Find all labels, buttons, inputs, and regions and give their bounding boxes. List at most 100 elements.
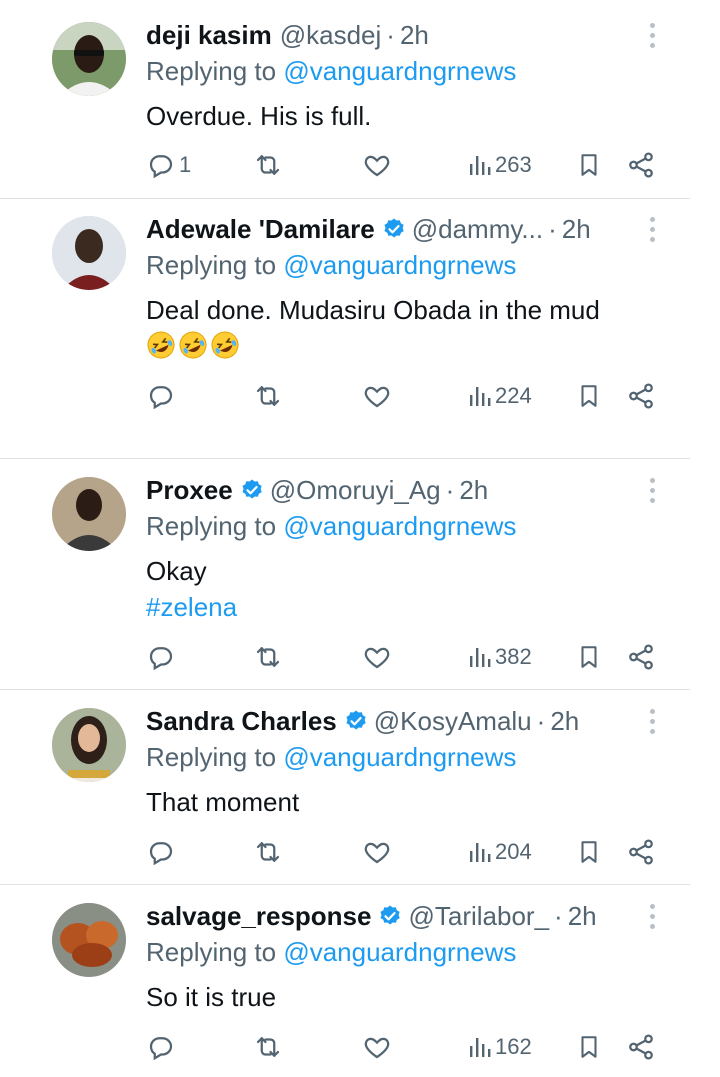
timestamp[interactable]: 2h <box>562 212 591 246</box>
tweet-text-body: So it is true <box>146 982 277 1012</box>
like-button[interactable] <box>362 640 395 674</box>
share-button[interactable] <box>626 379 656 413</box>
bookmark-button[interactable] <box>576 835 602 869</box>
reply-icon <box>146 837 176 867</box>
share-button[interactable] <box>626 835 656 869</box>
views-icon <box>468 839 492 865</box>
timestamp[interactable]: 2h <box>568 899 597 933</box>
laughing-emoji-icon <box>178 330 208 360</box>
reply-button[interactable] <box>146 835 179 869</box>
author-handle[interactable]: @kasdej <box>280 18 382 52</box>
author-name[interactable]: Adewale 'Damilare <box>146 212 375 246</box>
reply-tweet[interactable]: Sandra Charles @KosyAmalu · 2h Replying … <box>0 704 720 884</box>
retweet-button[interactable] <box>252 640 287 674</box>
verified-badge-icon <box>240 478 264 502</box>
views-button[interactable]: 224 <box>468 379 532 413</box>
separator-dot: · <box>536 706 546 736</box>
like-button[interactable] <box>362 379 395 413</box>
mention-link[interactable]: @vanguardngrnews <box>283 56 516 86</box>
more-icon[interactable] <box>640 475 664 505</box>
share-icon <box>626 642 656 672</box>
reply-button[interactable] <box>146 640 179 674</box>
bookmark-button[interactable] <box>576 1030 602 1064</box>
verified-badge-icon <box>382 217 406 241</box>
hashtag-link[interactable]: #zelena <box>146 589 237 625</box>
replying-label: Replying to <box>146 56 277 86</box>
mention-link[interactable]: @vanguardngrnews <box>283 511 516 541</box>
replying-to: Replying to @vanguardngrnews <box>146 511 516 542</box>
retweet-icon <box>252 642 284 672</box>
bookmark-button[interactable] <box>576 640 602 674</box>
bookmark-button[interactable] <box>576 379 602 413</box>
author-handle[interactable]: @Omoruyi_Ag <box>270 473 441 507</box>
author-name[interactable]: deji kasim <box>146 18 272 52</box>
mention-link[interactable]: @vanguardngrnews <box>283 742 516 772</box>
more-icon[interactable] <box>640 20 664 50</box>
like-button[interactable] <box>362 148 395 182</box>
retweet-icon <box>252 1032 284 1062</box>
views-button[interactable]: 382 <box>468 640 532 674</box>
author-handle[interactable]: @Tarilabor_ <box>408 899 549 933</box>
views-count: 204 <box>495 839 532 864</box>
tweet-text: Deal done. Mudasiru Obada in the mud <box>146 292 600 360</box>
author-name[interactable]: Sandra Charles <box>146 704 337 738</box>
action-bar: 162 <box>146 1030 666 1064</box>
bookmark-icon <box>576 837 602 867</box>
author-handle[interactable]: @KosyAmalu <box>374 704 532 738</box>
views-button[interactable]: 204 <box>468 835 532 869</box>
reply-tweet[interactable]: deji kasim @kasdej · 2h Replying to @van… <box>0 18 720 198</box>
reply-tweet[interactable]: Adewale 'Damilare @dammy... · 2h Replyin… <box>0 212 720 458</box>
share-button[interactable] <box>626 148 656 182</box>
views-count: 162 <box>495 1034 532 1059</box>
timestamp[interactable]: 2h <box>400 18 429 52</box>
mention-link[interactable]: @vanguardngrnews <box>283 937 516 967</box>
tweet-text: Okay #zelena <box>146 553 237 625</box>
author-handle[interactable]: @dammy... <box>412 212 543 246</box>
more-icon[interactable] <box>640 901 664 931</box>
reply-button[interactable] <box>146 379 179 413</box>
views-count: 263 <box>495 152 532 177</box>
views-button[interactable]: 263 <box>468 148 532 182</box>
avatar[interactable] <box>52 216 126 290</box>
retweet-button[interactable] <box>252 148 287 182</box>
like-button[interactable] <box>362 1030 395 1064</box>
like-icon <box>362 837 392 867</box>
more-icon[interactable] <box>640 706 664 736</box>
retweet-icon <box>252 381 284 411</box>
tweet-text: So it is true <box>146 979 276 1015</box>
avatar[interactable] <box>52 708 126 782</box>
timestamp[interactable]: 2h <box>550 704 579 738</box>
avatar[interactable] <box>52 903 126 977</box>
author-name[interactable]: salvage_response <box>146 899 371 933</box>
reply-button[interactable] <box>146 1030 179 1064</box>
laughing-emoji-icon <box>146 330 176 360</box>
views-button[interactable]: 162 <box>468 1030 532 1064</box>
replying-to: Replying to @vanguardngrnews <box>146 56 516 87</box>
avatar-photo <box>52 22 126 96</box>
reply-tweet[interactable]: salvage_response @Tarilabor_ · 2h Replyi… <box>0 899 720 1077</box>
share-button[interactable] <box>626 640 656 674</box>
like-button[interactable] <box>362 835 395 869</box>
mention-link[interactable]: @vanguardngrnews <box>283 250 516 280</box>
action-bar: 224 <box>146 379 666 413</box>
divider <box>0 689 690 690</box>
retweet-button[interactable] <box>252 835 287 869</box>
retweet-button[interactable] <box>252 379 287 413</box>
tweet-text-body: Okay <box>146 556 207 586</box>
emoji-row <box>146 330 600 360</box>
timestamp[interactable]: 2h <box>459 473 488 507</box>
bookmark-icon <box>576 642 602 672</box>
bookmark-button[interactable] <box>576 148 602 182</box>
reply-icon <box>146 642 176 672</box>
avatar[interactable] <box>52 22 126 96</box>
reply-button[interactable]: 1 <box>146 148 191 182</box>
share-button[interactable] <box>626 1030 656 1064</box>
avatar[interactable] <box>52 477 126 551</box>
like-icon <box>362 642 392 672</box>
action-bar: 1 263 <box>146 148 666 182</box>
reply-tweet[interactable]: Proxee @Omoruyi_Ag · 2h Replying to @van… <box>0 473 720 688</box>
reply-icon <box>146 1032 176 1062</box>
author-name[interactable]: Proxee <box>146 473 233 507</box>
retweet-button[interactable] <box>252 1030 287 1064</box>
more-icon[interactable] <box>640 214 664 244</box>
